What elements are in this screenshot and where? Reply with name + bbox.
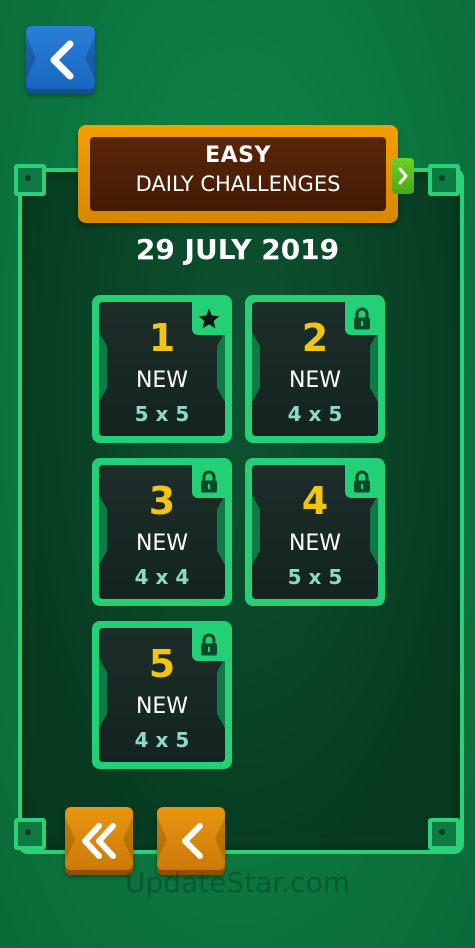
level-size: 5 x 5	[134, 402, 190, 426]
first-page-button[interactable]	[65, 807, 133, 875]
level-badge	[192, 302, 225, 335]
star-icon	[198, 308, 219, 328]
level-size: 4 x 4	[134, 565, 190, 589]
frame-corner	[14, 818, 46, 850]
level-card-4[interactable]: 4 NEW 5 x 5	[245, 458, 385, 606]
level-badge	[345, 302, 378, 335]
level-badge	[192, 465, 225, 498]
lock-icon	[200, 470, 217, 492]
lock-icon	[353, 470, 370, 492]
frame-corner	[428, 818, 460, 850]
level-size: 4 x 5	[134, 728, 190, 752]
level-status: NEW	[135, 694, 189, 719]
lock-icon	[353, 307, 370, 329]
level-status: NEW	[135, 531, 189, 556]
level-size: 4 x 5	[287, 402, 343, 426]
level-card-1[interactable]: 1 NEW 5 x 5	[92, 295, 232, 443]
watermark: UpdateStar.com	[125, 866, 350, 899]
header-plaque: EASY DAILY CHALLENGES	[78, 125, 414, 223]
level-status: NEW	[135, 368, 189, 393]
lock-icon	[200, 633, 217, 655]
mode-subtitle: DAILY CHALLENGES	[135, 172, 341, 196]
level-card-2[interactable]: 2 NEW 4 x 5	[245, 295, 385, 443]
level-card-3[interactable]: 3 NEW 4 x 4	[92, 458, 232, 606]
level-card-5[interactable]: 5 NEW 4 x 5	[92, 621, 232, 769]
level-size: 5 x 5	[287, 565, 343, 589]
level-board	[18, 168, 464, 854]
challenge-date: 29 JULY 2019	[135, 233, 340, 266]
double-chevron-left-icon	[82, 823, 116, 859]
next-difficulty-button[interactable]	[392, 158, 414, 194]
chevron-left-icon	[182, 823, 203, 859]
chevron-left-icon	[50, 40, 73, 80]
previous-page-button[interactable]	[157, 807, 225, 875]
frame-corner	[14, 164, 46, 196]
frame-corner	[428, 164, 460, 196]
level-badge	[192, 628, 225, 661]
chevron-right-icon	[398, 167, 408, 185]
level-status: NEW	[288, 368, 342, 393]
level-status: NEW	[288, 531, 342, 556]
difficulty-title: EASY	[205, 143, 271, 168]
back-button[interactable]	[26, 26, 95, 94]
level-badge	[345, 465, 378, 498]
